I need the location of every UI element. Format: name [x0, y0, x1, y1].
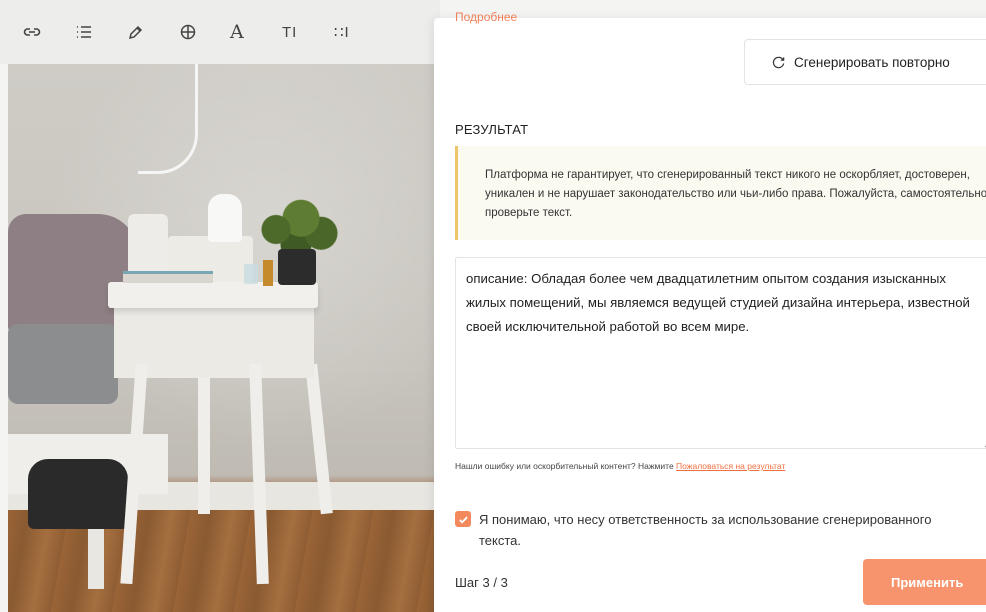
list-button[interactable] [74, 12, 126, 52]
ai-result-panel: Подробнее Сгенерировать повторно РЕЗУЛЬТ… [434, 10, 986, 612]
regenerate-label: Сгенерировать повторно [794, 54, 950, 70]
bag [28, 459, 128, 529]
refresh-icon [772, 56, 785, 68]
apply-button[interactable]: Применить [863, 559, 986, 605]
language-button[interactable] [178, 12, 230, 52]
resize-grip-icon[interactable] [982, 438, 986, 448]
details-link[interactable]: Подробнее [455, 10, 517, 24]
list-icon [77, 26, 91, 38]
link-icon [23, 28, 41, 36]
text-height-icon: TI [282, 23, 298, 41]
report-line: Нашли ошибку или оскорбительный контент?… [455, 461, 785, 471]
line-spacing-icon: ∷I [334, 24, 350, 41]
pen-icon [128, 25, 143, 40]
font-button[interactable]: A [230, 12, 282, 52]
editor-toolbar: A TI ∷I [0, 0, 440, 64]
consent-row: Я понимаю, что несу ответственность за и… [455, 509, 975, 551]
report-link[interactable]: Пожаловаться на результат [676, 461, 785, 471]
font-icon: A [230, 21, 244, 43]
warning-notice: Платформа не гарантирует, что сгенериров… [455, 146, 986, 240]
check-icon [458, 516, 468, 524]
plant-pot [278, 249, 316, 285]
globe-icon [180, 24, 196, 40]
step-indicator: Шаг 3 / 3 [455, 575, 508, 590]
result-title: РЕЗУЛЬТАТ [455, 122, 529, 137]
result-textarea[interactable]: описание: Обладая более чем двадцатилетн… [455, 257, 986, 449]
consent-label: Я понимаю, что несу ответственность за и… [479, 512, 932, 548]
regenerate-button[interactable]: Сгенерировать повторно [744, 39, 986, 85]
line-spacing-button[interactable]: ∷I [334, 12, 386, 52]
text-height-button[interactable]: TI [282, 12, 334, 52]
consent-checkbox[interactable] [455, 511, 471, 527]
nightstand [108, 282, 318, 308]
report-prefix: Нашли ошибку или оскорбительный контент?… [455, 461, 674, 471]
books [123, 271, 213, 283]
bedroom-photo [8, 64, 440, 612]
color-picker-button[interactable] [126, 12, 178, 52]
link-button[interactable] [22, 12, 74, 52]
